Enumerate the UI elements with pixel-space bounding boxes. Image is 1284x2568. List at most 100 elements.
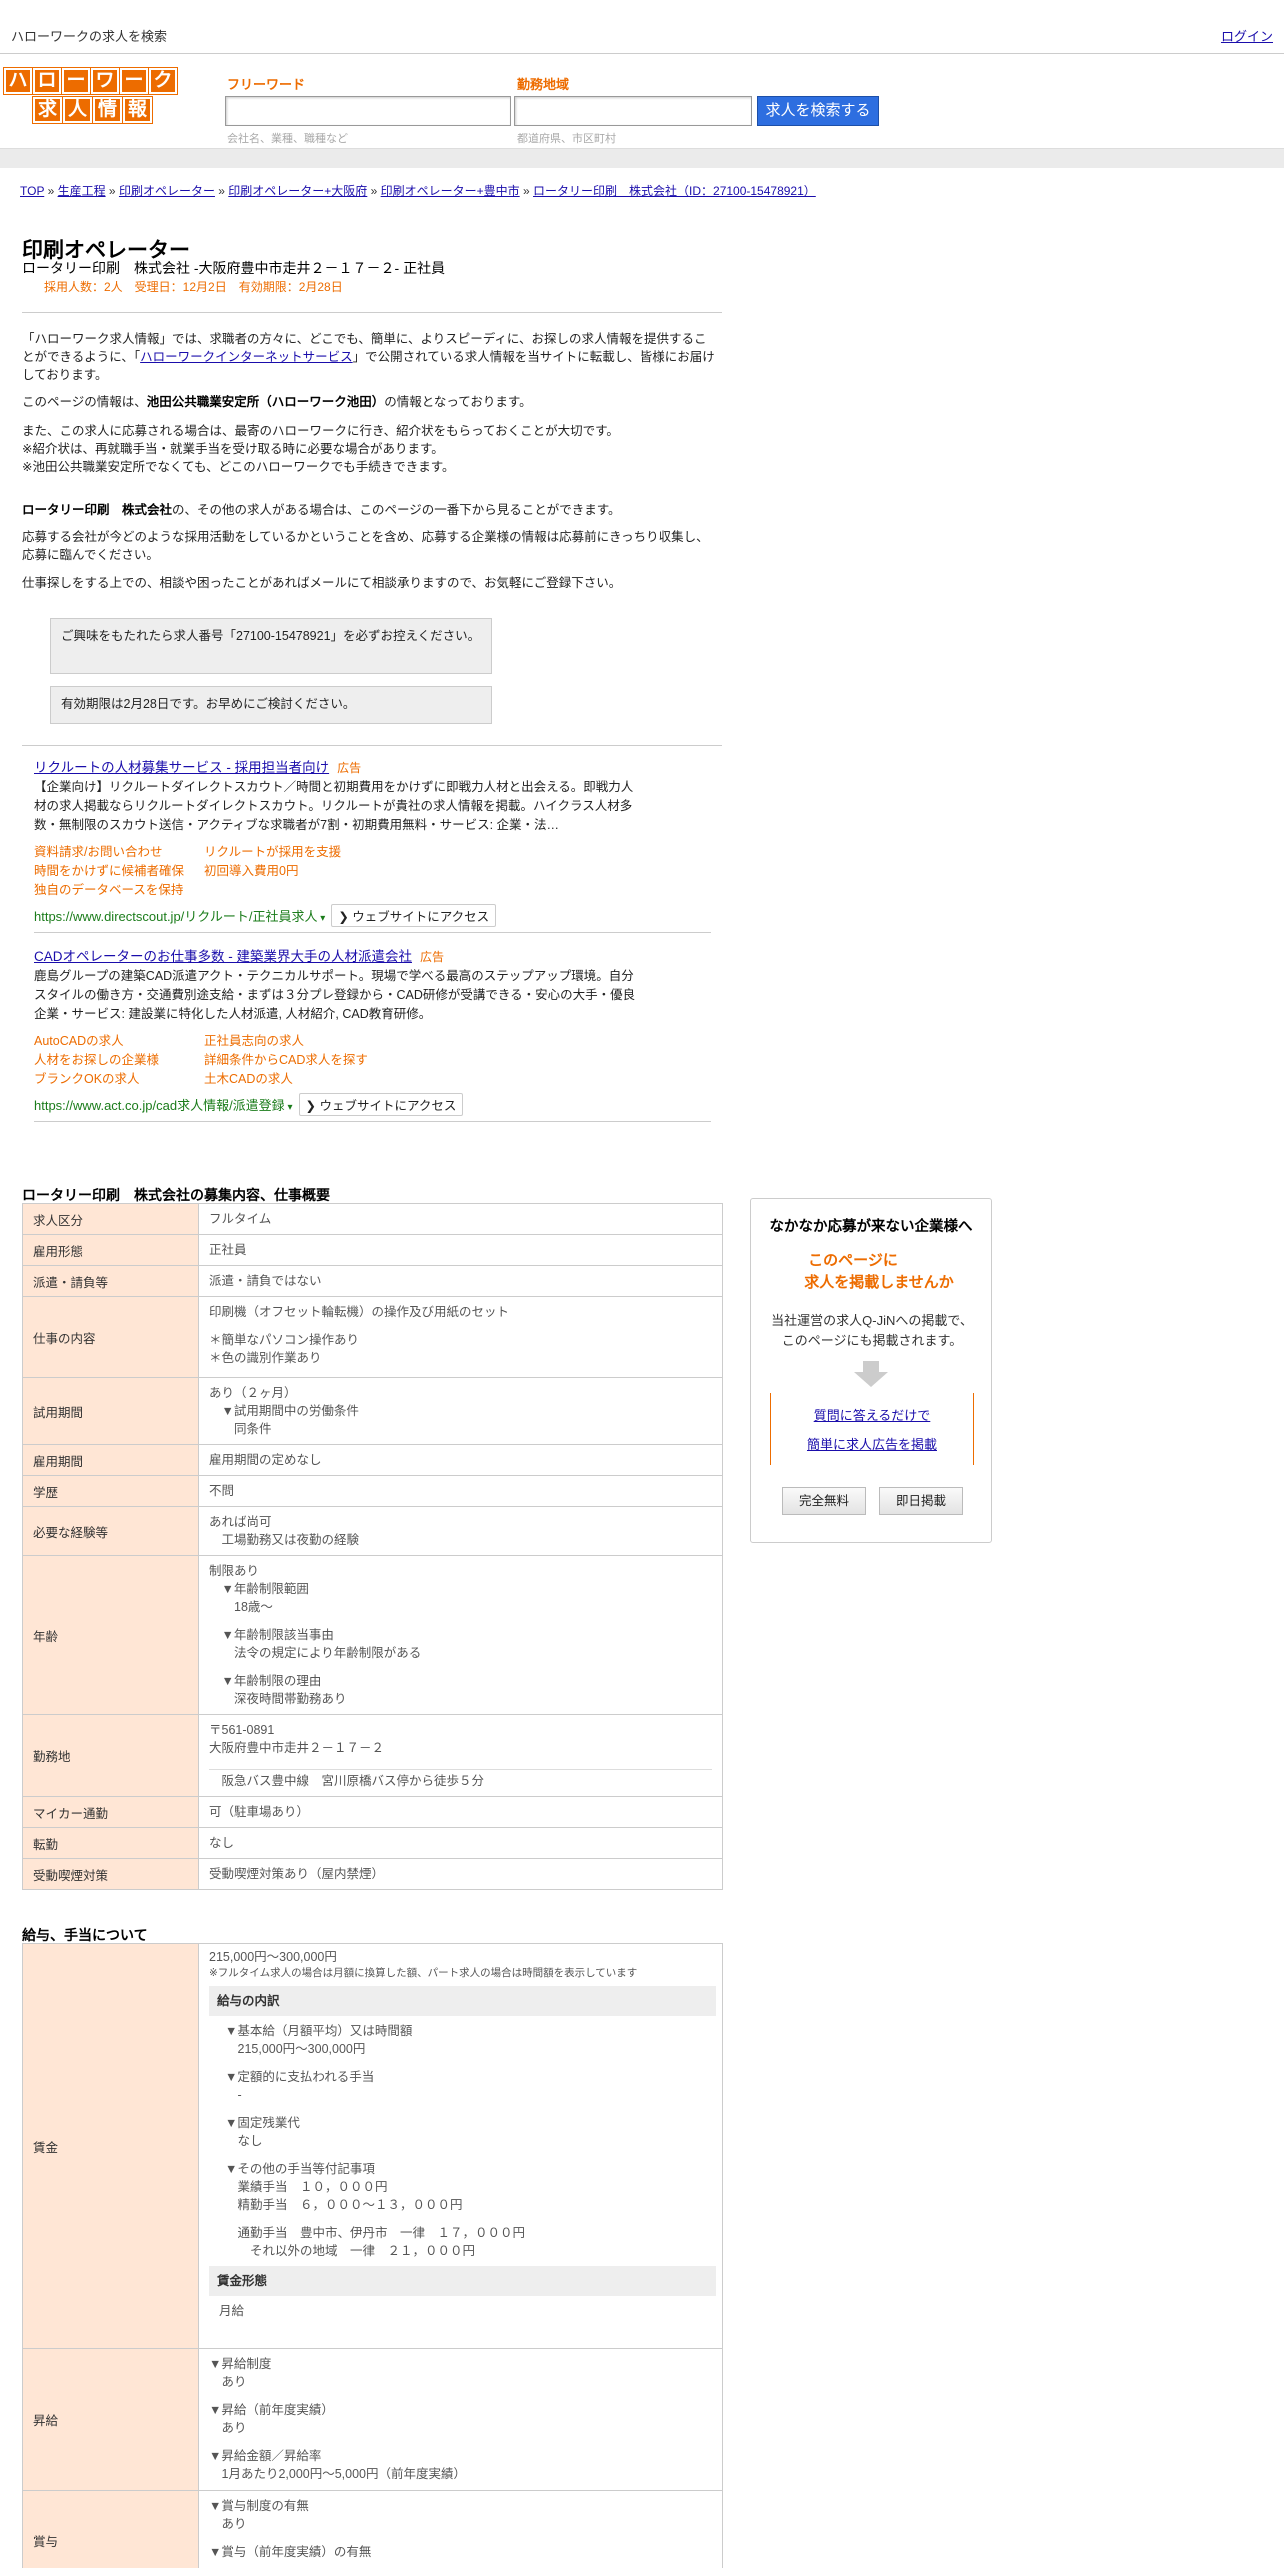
header-divider-band xyxy=(0,148,1284,168)
row-label: 派遣・請負等 xyxy=(22,1265,199,1297)
ad-sitelink[interactable]: リクルートが採用を支援 xyxy=(204,843,341,862)
same-day-button[interactable]: 即日掲載 xyxy=(879,1487,963,1515)
breadcrumb-link[interactable]: 印刷オペレーター xyxy=(119,184,215,198)
sidebar-desc-1: 当社運営の求人Q-JiNへの掲載で、 xyxy=(771,1313,973,1328)
wage-form-value: 月給 xyxy=(219,2304,245,2318)
divider xyxy=(22,745,722,746)
ad-sitelink[interactable]: AutoCADの求人 xyxy=(34,1032,204,1051)
ad-sitelink[interactable]: 資料請求/お問い合わせ xyxy=(34,843,204,862)
value-line: ▼定額的に支払われる手当 xyxy=(225,2070,375,2084)
ad-sitelink-row: ブランクOKの求人 土木CADの求人 xyxy=(34,1070,644,1089)
breadcrumb-link[interactable]: ロータリー印刷 株式会社（ID：27100-15478921） xyxy=(533,184,816,198)
breadcrumb-link[interactable]: 印刷オペレーター+豊中市 xyxy=(381,184,520,198)
ad-sitelink[interactable]: 詳細条件からCAD求人を探す xyxy=(204,1051,368,1070)
intro-paragraph-4: ロータリー印刷 株式会社の、その他の求人がある場合は、このページの一番下から見る… xyxy=(22,503,621,517)
intro-line: また、この求人に応募される場合は、最寄のハローワークに行き、紹介状をもらっておく… xyxy=(22,424,619,438)
row-label-wage: 賃金 xyxy=(22,1943,199,2349)
freeword-input[interactable] xyxy=(225,96,511,126)
visit-website-button[interactable]: ❯ ウェブサイトにアクセス xyxy=(331,904,497,927)
value-line: ▼賞与（前年度実績）の有無 xyxy=(209,2545,372,2559)
value-line: あり xyxy=(209,2375,247,2389)
raise-value: ▼昇給制度 あり ▼昇給（前年度実績） あり ▼昇給金額／昇給率 1月あたり2,… xyxy=(198,2348,723,2491)
visit-website-button[interactable]: ❯ ウェブサイトにアクセス xyxy=(298,1093,464,1116)
value-line: 業績手当 １０，０００円 xyxy=(225,2180,388,2194)
value-line: 正社員 xyxy=(209,1243,247,1257)
breadcrumb-separator: » xyxy=(519,184,534,198)
ad-sitelink[interactable]: 時間をかけずに候補者確保 xyxy=(34,862,204,881)
sidebar-offer-line-1: このページに xyxy=(808,1252,898,1269)
job-meta: 採用人数：2人 受理日：12月2日 有効期限：2月28日 xyxy=(44,280,343,294)
ad-url[interactable]: https://www.directscout.jp/リクルート/正社員求人 xyxy=(34,909,318,924)
sidebar-link-2[interactable]: 簡単に求人広告を掲載 xyxy=(771,1434,973,1453)
value-line: ▼試用期間中の労働条件 xyxy=(209,1404,359,1418)
sidebar-heading: なかなか応募が来ない企業様へ xyxy=(769,1219,973,1235)
ad-title-link[interactable]: CADオペレーターのお仕事多数 - 建築業界大手の人材派遣会社 xyxy=(34,949,412,964)
value-line xyxy=(225,2214,716,2224)
section-title-wages: 給与、手当について xyxy=(22,1927,148,1943)
ad-title-link[interactable]: リクルートの人材募集サービス - 採用担当者向け xyxy=(34,760,329,775)
ad-sitelink[interactable]: 初回導入費用0円 xyxy=(204,862,298,881)
ad-sitelink[interactable]: 正社員志向の求人 xyxy=(204,1032,304,1051)
value-line xyxy=(209,1662,712,1672)
row-label: 雇用期間 xyxy=(22,1444,199,1476)
logo-char: ー xyxy=(61,67,91,95)
value-line xyxy=(209,1616,712,1626)
breadcrumb-link[interactable]: 印刷オペレーター+大阪府 xyxy=(228,184,367,198)
value-line: 可（駐車場あり） xyxy=(209,1805,310,1819)
wage-breakdown-title: 給与の内訳 xyxy=(209,1986,716,2016)
area-label: 勤務地域 xyxy=(517,77,570,92)
table-row: 仕事の内容 印刷機（オフセット輪転機）の操作及び用紙のセット ＊簡単なパソコン操作… xyxy=(22,1296,723,1378)
table-row: 雇用期間 雇用期間の定めなし xyxy=(22,1444,723,1476)
table-row: 求人区分 フルタイム xyxy=(22,1203,723,1235)
hellowork-link[interactable]: ハローワークインターネットサービス xyxy=(140,350,353,364)
value-line: ▼年齢制限範囲 xyxy=(209,1582,309,1596)
value-line: - xyxy=(225,2088,242,2102)
ad-title-row: リクルートの人材募集サービス - 採用担当者向け 広告 xyxy=(34,756,644,776)
value-line: あれば尚可 xyxy=(209,1515,272,1529)
top-bar: ハローワークの求人を検索 ログイン xyxy=(0,0,1284,54)
row-value: なし xyxy=(198,1827,723,1859)
value-line: ＊簡単なパソコン操作あり xyxy=(209,1333,360,1347)
breadcrumb-separator: » xyxy=(105,184,119,198)
row-label: 勤務地 xyxy=(22,1714,199,1797)
breadcrumb-separator: » xyxy=(44,184,58,198)
notice-expiry: 有効期限は2月28日です。お早めにご検討ください。 xyxy=(50,686,492,724)
logo-char: ク xyxy=(148,67,178,95)
search-button[interactable]: 求人を検索する xyxy=(757,96,879,126)
row-label: 転勤 xyxy=(22,1827,199,1859)
value-line: 〒561-0891 xyxy=(209,1723,275,1737)
row-value: 不問 xyxy=(198,1475,723,1507)
logo-char: ハ xyxy=(3,67,33,95)
dropdown-icon[interactable]: ▾ xyxy=(285,1102,292,1113)
ad-sitelink[interactable]: 土木CADの求人 xyxy=(204,1070,293,1089)
free-button[interactable]: 完全無料 xyxy=(782,1487,866,1515)
ad-sitelink[interactable]: 人材をお探しの企業様 xyxy=(34,1051,204,1070)
ad-sitelink-row: 資料請求/お問い合わせ リクルートが採用を支援 xyxy=(34,843,644,862)
dropdown-icon[interactable]: ▾ xyxy=(318,913,325,924)
divider xyxy=(34,932,711,933)
breadcrumb-link[interactable]: 生産工程 xyxy=(58,184,106,198)
ad-block-2: CADオペレーターのお仕事多数 - 建築業界大手の人材派遣会社 広告 鹿島グループの… xyxy=(34,945,644,1116)
table-row: 年齢 制限あり ▼年齢制限範囲 18歳〜 ▼年齢制限該当事由 法令の規定により年齢… xyxy=(22,1555,723,1715)
value-line: それ以外の地域 一律 ２１，０００円 xyxy=(225,2244,476,2258)
breadcrumb-separator: » xyxy=(214,184,229,198)
sidebar-offer-line-2: 求人を掲載しませんか xyxy=(804,1274,954,1291)
visit-label: ウェブサイトにアクセス xyxy=(352,910,490,924)
value-line: 法令の規定により年齢制限がある xyxy=(209,1646,422,1660)
ad-sitelink[interactable]: 独自のデータベースを保持 xyxy=(34,881,204,900)
ad-url[interactable]: https://www.act.co.jp/cad求人情報/派遣登録 xyxy=(34,1098,285,1113)
sidebar-link-1[interactable]: 質問に答えるだけで xyxy=(771,1405,973,1424)
table-row: 試用期間 あり（２ヶ月） ▼試用期間中の労働条件 同条件 xyxy=(22,1377,723,1445)
ad-sitelink[interactable]: ブランクOKの求人 xyxy=(34,1070,204,1089)
notice-job-number: ご興味をもたれたら求人番号「27100-15478921」を必ずお控えください。 xyxy=(50,618,492,674)
value-line: ▼昇給（前年度実績） xyxy=(209,2403,334,2417)
logo-char: ワ xyxy=(90,67,120,95)
login-link[interactable]: ログイン xyxy=(1221,26,1273,45)
row-label-raise: 昇給 xyxy=(22,2348,199,2491)
breadcrumb-link[interactable]: TOP xyxy=(20,184,44,198)
intro-paragraph-3: また、この求人に応募される場合は、最寄のハローワークに行き、紹介状をもらっておく… xyxy=(22,422,718,476)
value-line: 工場勤務又は夜勤の経験 xyxy=(209,1533,360,1547)
value-line: 1月あたり2,000円〜5,000円（前年度実績） xyxy=(209,2467,467,2481)
site-logo[interactable]: ハローワーク求人情報 xyxy=(3,67,180,124)
area-input[interactable] xyxy=(514,96,752,126)
